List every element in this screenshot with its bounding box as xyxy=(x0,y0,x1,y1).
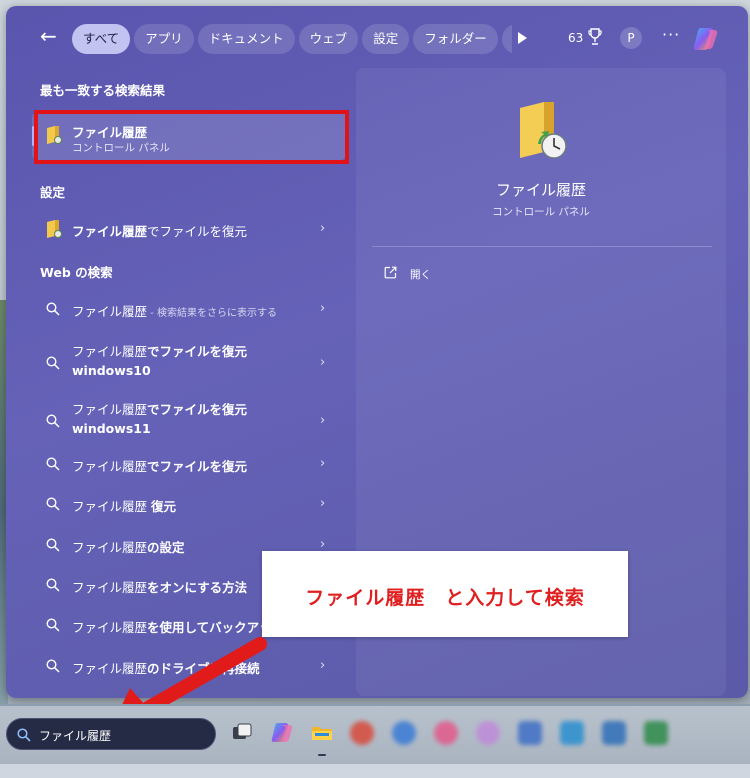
file-history-icon xyxy=(47,126,62,144)
task-view-icon[interactable] xyxy=(230,721,254,745)
web-result-label: ファイル履歴でファイルを復元 xyxy=(72,459,248,474)
app-icon[interactable] xyxy=(644,721,668,745)
search-icon xyxy=(46,457,60,471)
divider xyxy=(372,246,712,247)
best-match-heading: 最も一致する検索結果 xyxy=(40,83,166,98)
web-result-label: ファイル履歴 復元 xyxy=(72,499,176,514)
web-result-item[interactable]: ファイル履歴 復元 › xyxy=(32,487,346,521)
chevron-right-icon: › xyxy=(320,301,326,316)
tab-documents[interactable]: ドキュメント xyxy=(197,24,295,54)
web-result-item[interactable]: ファイル履歴でファイルを復元 windows11 › xyxy=(32,398,346,444)
web-result-label: ファイル履歴 - 検索結果をさらに表示する xyxy=(72,304,277,319)
search-icon xyxy=(17,728,31,742)
search-icon xyxy=(46,618,60,632)
filter-bar: ← すべて アプリ ドキュメント ウェブ 設定 フォルダー 写真 63 P ··… xyxy=(6,6,748,64)
app-icon[interactable] xyxy=(560,721,584,745)
web-search-heading: Web の検索 xyxy=(40,265,113,280)
web-result-label: ファイル履歴でファイルを復元 windows11 xyxy=(72,402,248,436)
tab-apps[interactable]: アプリ xyxy=(134,24,194,54)
chevron-right-icon: › xyxy=(320,658,326,673)
trophy-icon[interactable] xyxy=(588,28,602,46)
web-result-item[interactable]: ファイル履歴でファイルを復元 windows10 › xyxy=(32,340,346,386)
tab-photos[interactable]: 写真 xyxy=(501,24,512,54)
app-icon[interactable] xyxy=(434,721,458,745)
search-icon xyxy=(46,538,60,552)
chevron-right-icon: › xyxy=(320,496,326,511)
search-icon xyxy=(46,414,60,428)
preview-title: ファイル履歴 xyxy=(495,181,586,199)
app-icon[interactable] xyxy=(518,721,542,745)
search-icon xyxy=(46,302,60,316)
tab-all[interactable]: すべて xyxy=(72,24,131,54)
copilot-icon[interactable] xyxy=(692,26,720,52)
copilot-icon[interactable] xyxy=(270,721,294,745)
web-result-label: ファイル履歴の設定 xyxy=(72,540,185,555)
taskbar-border xyxy=(0,704,750,706)
filter-tabs: すべて アプリ ドキュメント ウェブ 設定 フォルダー 写真 xyxy=(72,24,512,54)
settings-item-restore[interactable]: ファイル履歴でファイルを復元 › xyxy=(32,212,346,246)
best-match-title: ファイル履歴 xyxy=(72,125,148,140)
tab-folders[interactable]: フォルダー xyxy=(413,24,498,54)
taskbar xyxy=(0,704,750,764)
search-icon xyxy=(46,497,60,511)
browser-app-icon[interactable] xyxy=(350,721,374,745)
taskbar-search-input[interactable] xyxy=(39,725,209,745)
file-explorer-icon[interactable] xyxy=(310,721,334,745)
active-indicator xyxy=(318,754,326,756)
chevron-right-icon: › xyxy=(320,537,326,552)
callout-text: ファイル履歴 と入力して検索 xyxy=(305,587,585,609)
settings-heading: 設定 xyxy=(40,185,66,200)
file-history-large-icon xyxy=(520,102,567,159)
app-icon[interactable] xyxy=(602,721,626,745)
settings-item-label: ファイル履歴でファイルを復元 xyxy=(72,224,248,239)
open-action-label[interactable]: 開く xyxy=(410,267,431,282)
more-tabs-play-icon[interactable] xyxy=(518,32,527,44)
best-match-item[interactable]: ファイル履歴 コントロール パネル xyxy=(32,112,346,160)
app-icon[interactable] xyxy=(392,721,416,745)
instruction-callout: ファイル履歴 と入力して検索 xyxy=(262,551,628,637)
chevron-right-icon: › xyxy=(320,413,326,428)
rewards-points: 63 xyxy=(568,31,584,45)
web-result-item[interactable]: ファイル履歴 - 検索結果をさらに表示する › xyxy=(32,292,346,326)
more-options-icon[interactable]: ··· xyxy=(662,25,680,44)
selection-accent xyxy=(32,126,35,146)
open-external-icon[interactable] xyxy=(384,266,397,279)
best-match-subtitle: コントロール パネル xyxy=(72,142,170,154)
file-history-icon xyxy=(47,220,62,238)
search-icon xyxy=(46,578,60,592)
tab-settings[interactable]: 設定 xyxy=(362,24,410,54)
chevron-right-icon: › xyxy=(320,355,326,370)
chevron-right-icon: › xyxy=(320,456,326,471)
chevron-right-icon: › xyxy=(320,221,326,236)
preview-subtitle: コントロール パネル xyxy=(492,206,590,218)
search-icon xyxy=(46,356,60,370)
web-result-item[interactable]: ファイル履歴でファイルを復元 › xyxy=(32,447,346,481)
back-arrow-icon[interactable]: ← xyxy=(40,26,60,46)
app-icon[interactable] xyxy=(476,721,500,745)
tab-web[interactable]: ウェブ xyxy=(298,24,359,54)
profile-avatar[interactable]: P xyxy=(620,27,642,49)
search-icon xyxy=(46,659,60,673)
taskbar-search-box[interactable] xyxy=(6,718,216,750)
screen-bottom-strip xyxy=(0,764,750,778)
web-result-label: ファイル履歴をオンにする方法 xyxy=(72,580,248,595)
web-result-label: ファイル履歴でファイルを復元 windows10 xyxy=(72,344,248,378)
